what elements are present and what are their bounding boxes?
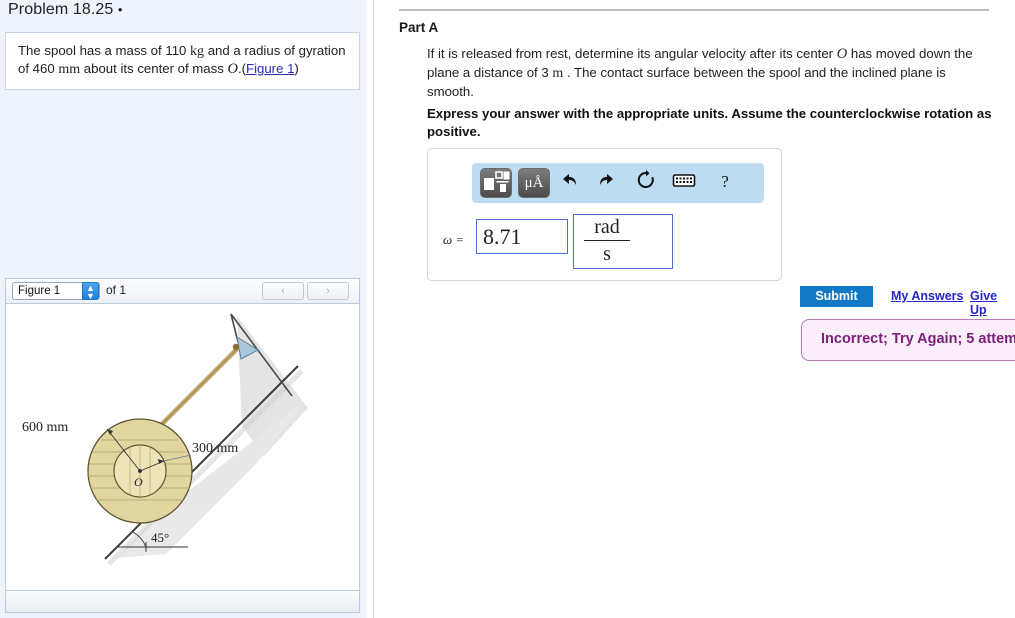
units-input[interactable]: rad s [573, 214, 673, 269]
difficulty-bullet-icon: • [117, 2, 123, 17]
reset-icon[interactable] [633, 169, 659, 195]
figure-select-value: Figure 1 [18, 285, 61, 297]
express-instruction: Express your answer with the appropriate… [427, 106, 992, 139]
feedback-message: Incorrect; Try Again; 5 attempts remaini… [821, 331, 1015, 347]
page-title: Problem 18.25 • [8, 1, 123, 19]
feedback-banner: Incorrect; Try Again; 5 attempts remaini… [801, 319, 1015, 361]
figure-footer-toolbar[interactable] [6, 590, 359, 612]
figure-stepper-icon[interactable]: ▲ ▼ [82, 282, 99, 301]
statement-close-paren: ) [294, 61, 299, 76]
give-up-link[interactable]: Give Up [970, 289, 1015, 317]
answer-input[interactable]: 8.71 [476, 219, 568, 254]
figure-select-dropdown[interactable]: Figure 1 ▲ ▼ [12, 282, 100, 301]
help-icon[interactable]: ? [712, 169, 738, 195]
figure-canvas: O 600 mm 300 mm 45° [6, 304, 359, 589]
page-root: Problem 18.25 • The spool has a mass of … [0, 0, 1015, 618]
answer-widget: μÅ ? ω = 8.71 rad s [427, 148, 782, 281]
submit-button[interactable]: Submit [800, 286, 873, 307]
statement-part-4: about its center of mass [83, 61, 224, 76]
stepper-down-icon: ▼ [86, 291, 95, 301]
angle-label: 45° [151, 530, 169, 545]
question-center-symbol: O [836, 46, 848, 62]
figure-1-link[interactable]: Figure 1 [246, 61, 294, 76]
figure-count-label: of 1 [106, 283, 127, 297]
math-toolbar: μÅ ? [472, 163, 764, 203]
math-template-icon[interactable] [480, 168, 512, 198]
statement-punct: .( [237, 61, 247, 76]
units-icon[interactable]: μÅ [518, 168, 550, 198]
undo-icon[interactable] [556, 169, 582, 195]
problem-statement-box: The spool has a mass of 110 kg and a rad… [5, 32, 360, 90]
units-numerator: rad [584, 216, 630, 241]
figure-nav-bar: Figure 1 ▲ ▼ of 1 ‹ › [6, 279, 359, 304]
figure-prev-button[interactable]: ‹ [262, 282, 304, 300]
mass-unit: kg [190, 44, 205, 59]
section-divider [399, 9, 989, 11]
spool-incline-diagram: O 600 mm 300 mm 45° [22, 313, 308, 566]
units-denominator: s [603, 243, 611, 265]
problem-sidebar: Problem 18.25 • The spool has a mass of … [0, 0, 366, 618]
question-part-1: If it is released from rest, determine i… [427, 46, 834, 61]
figure-panel: Figure 1 ▲ ▼ of 1 ‹ › O 600 mm 300 mm 45… [5, 278, 360, 613]
problem-statement-text: The spool has a mass of 110 kg and a rad… [18, 42, 354, 78]
length-unit: mm [58, 62, 81, 77]
keyboard-icon[interactable] [671, 169, 697, 195]
center-of-mass-symbol: O [227, 61, 238, 77]
question-text: If it is released from rest, determine i… [427, 45, 990, 102]
figure-next-button[interactable]: › [307, 282, 349, 300]
question-panel: Part A If it is released from rest, dete… [374, 0, 1015, 618]
statement-part-3: of 460 [18, 61, 55, 76]
statement-part-1: The spool has a mass of 110 [18, 43, 187, 58]
distance-unit: m [552, 65, 564, 81]
inner-radius-label: 300 mm [192, 441, 238, 456]
statement-part-2: and a radius of gyration [207, 43, 346, 58]
omega-label: ω = [443, 232, 465, 247]
part-heading: Part A [399, 20, 439, 35]
outer-radius-label: 600 mm [22, 420, 68, 435]
redo-icon[interactable] [594, 169, 620, 195]
problem-title-text: Problem 18.25 [8, 1, 114, 18]
my-answers-link[interactable]: My Answers [891, 289, 963, 303]
figure-center-label: O [134, 475, 143, 489]
